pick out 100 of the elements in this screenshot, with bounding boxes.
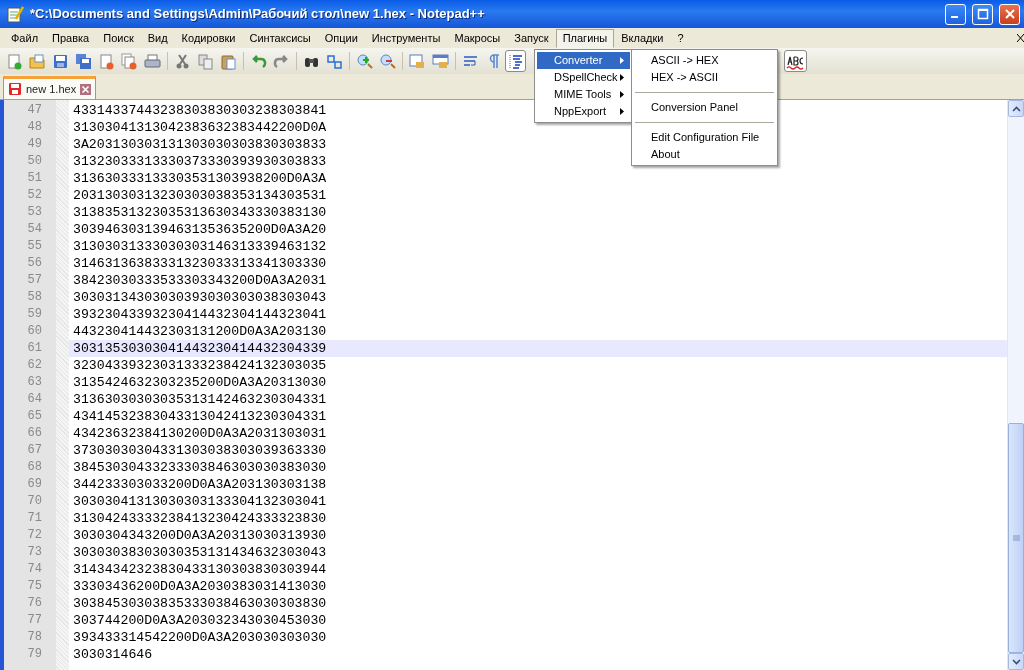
menu-item[interactable]: Инструменты — [364, 28, 448, 48]
code-line: 303744200D0A3A203032343030453030 — [72, 612, 327, 629]
submenu-arrow-icon — [620, 74, 624, 81]
code-line: 31363030303035313142463230304331 — [72, 391, 327, 408]
indent-guide-button[interactable] — [505, 50, 526, 72]
code-line: 33303436200D0A3A2030383031413030 — [72, 578, 327, 595]
line-number: 68 — [26, 459, 43, 476]
menu-item[interactable]: ? — [670, 28, 691, 48]
line-number: 58 — [26, 289, 43, 306]
zoom-in-icon — [356, 52, 373, 70]
code-line: 30303038303030353131434632303043 — [72, 544, 327, 561]
maximize-button[interactable] — [972, 3, 993, 25]
minimize-icon — [951, 16, 958, 18]
code-line: 32304339323031333238424132303035 — [72, 357, 327, 374]
tab-label: new 1.hex — [26, 81, 77, 97]
menu-item[interactable]: Плагины — [555, 28, 615, 48]
close-all-icon — [121, 52, 138, 70]
menu-item[interactable]: Правка — [45, 28, 97, 48]
line-number: 77 — [26, 612, 43, 629]
code-line: 31434342323830433130303830303944 — [72, 561, 327, 578]
spell-check-button[interactable] — [784, 50, 807, 72]
menu-item[interactable]: DSpellCheck — [537, 69, 630, 86]
scroll-up-button[interactable] — [1008, 100, 1024, 117]
menu-item[interactable]: About — [634, 146, 775, 163]
line-number: 53 — [26, 204, 43, 221]
line-number: 54 — [26, 221, 43, 238]
code-line: 31383531323035313630343330383130 — [72, 204, 327, 221]
menu-item[interactable]: Опции — [317, 28, 365, 48]
line-number: 75 — [26, 578, 43, 595]
menu-item[interactable]: Файл — [4, 28, 46, 48]
submenu-arrow-icon — [620, 57, 624, 64]
scroll-down-button[interactable] — [1008, 653, 1024, 670]
menu-item[interactable]: MIME Tools — [537, 86, 630, 103]
code-line: 31463136383331323033313341303330 — [72, 255, 327, 272]
code-line: 30303134303030393030303038303043 — [72, 289, 327, 306]
sync-horizontal-icon — [432, 52, 449, 70]
code-line: 31303041313042383632383442200D0A — [72, 119, 327, 136]
code-line: 37303030304331303038303039363330 — [72, 442, 327, 459]
menu-item[interactable]: Conversion Panel — [634, 99, 775, 116]
line-number: 71 — [26, 510, 43, 527]
redo-icon — [273, 52, 290, 70]
cut-icon — [174, 52, 191, 70]
code-line: 3A203130303131303030303830303833 — [72, 136, 327, 153]
new-file-icon — [6, 52, 23, 70]
line-number: 67 — [26, 442, 43, 459]
line-number: 79 — [26, 646, 43, 663]
line-number: 73 — [26, 544, 43, 561]
menu-item[interactable]: ASCII -> HEX — [634, 52, 775, 69]
tab-close-icon[interactable] — [80, 83, 92, 95]
submenu-arrow-icon — [620, 91, 624, 98]
close-document-icon[interactable] — [1017, 34, 1024, 42]
line-number: 65 — [26, 408, 43, 425]
code-line: 443230414432303131200D0A3A203130 — [72, 323, 327, 340]
line-number: 69 — [26, 476, 43, 493]
line-number: 48 — [26, 119, 43, 136]
code-line: 43414532383043313042413230304331 — [72, 408, 327, 425]
sync-vertical-icon — [409, 52, 426, 70]
code-line: 344233303033200D0A3A203130303138 — [72, 476, 327, 493]
save-icon — [52, 52, 69, 70]
paste-icon — [220, 52, 237, 70]
vertical-scrollbar[interactable] — [1007, 100, 1024, 670]
line-number: 61 — [26, 340, 43, 357]
code-line: 313630333133303531303938200D0A3A — [72, 170, 327, 187]
notepad-icon — [6, 5, 24, 23]
line-number: 78 — [26, 629, 43, 646]
menu-item[interactable]: HEX -> ASCII — [634, 69, 775, 86]
code-line: 39323043393230414432304144323041 — [72, 306, 327, 323]
menu-item[interactable]: Кодировки — [174, 28, 243, 48]
menu-item[interactable]: Вкладки — [614, 28, 671, 48]
close-icon — [1003, 8, 1016, 20]
minimize-button[interactable] — [945, 3, 966, 25]
file-tab[interactable]: new 1.hex — [3, 76, 97, 99]
line-number: 56 — [26, 255, 43, 272]
menu-item[interactable]: Edit Configuration File — [634, 129, 775, 146]
line-number: 66 — [26, 425, 43, 442]
code-line: 38453030433233303846303030383030 — [72, 459, 327, 476]
menu-item[interactable]: NppExport — [537, 103, 630, 120]
grip-icon — [1012, 535, 1020, 541]
line-number: 49 — [26, 136, 43, 153]
menu-item[interactable]: Converter — [537, 52, 630, 69]
line-number: 70 — [26, 493, 43, 510]
zoom-out-icon — [379, 52, 396, 70]
code-line: 3039463031394631353635200D0A3A20 — [72, 221, 327, 238]
print-icon — [144, 52, 161, 70]
menu-item[interactable]: Запуск — [507, 28, 556, 48]
code-line: 3030314646 — [72, 646, 153, 663]
code-line: 31304243333238413230424333323830 — [72, 510, 327, 527]
undo-icon — [250, 52, 267, 70]
line-number: 50 — [26, 153, 43, 170]
line-number: 64 — [26, 391, 43, 408]
scroll-thumb[interactable] — [1008, 423, 1024, 653]
menu-item[interactable]: Вид — [140, 28, 175, 48]
menu-item[interactable]: Синтаксисы — [242, 28, 318, 48]
line-number: 47 — [26, 102, 43, 119]
line-number: 60 — [26, 323, 43, 340]
close-button[interactable] — [999, 3, 1020, 25]
menu-item[interactable]: Поиск — [96, 28, 141, 48]
menu-item[interactable]: Макросы — [447, 28, 508, 48]
code-line: 30303041313030303133304132303041 — [72, 493, 327, 510]
code-line: 30384530303835333038463030303830 — [72, 595, 327, 612]
